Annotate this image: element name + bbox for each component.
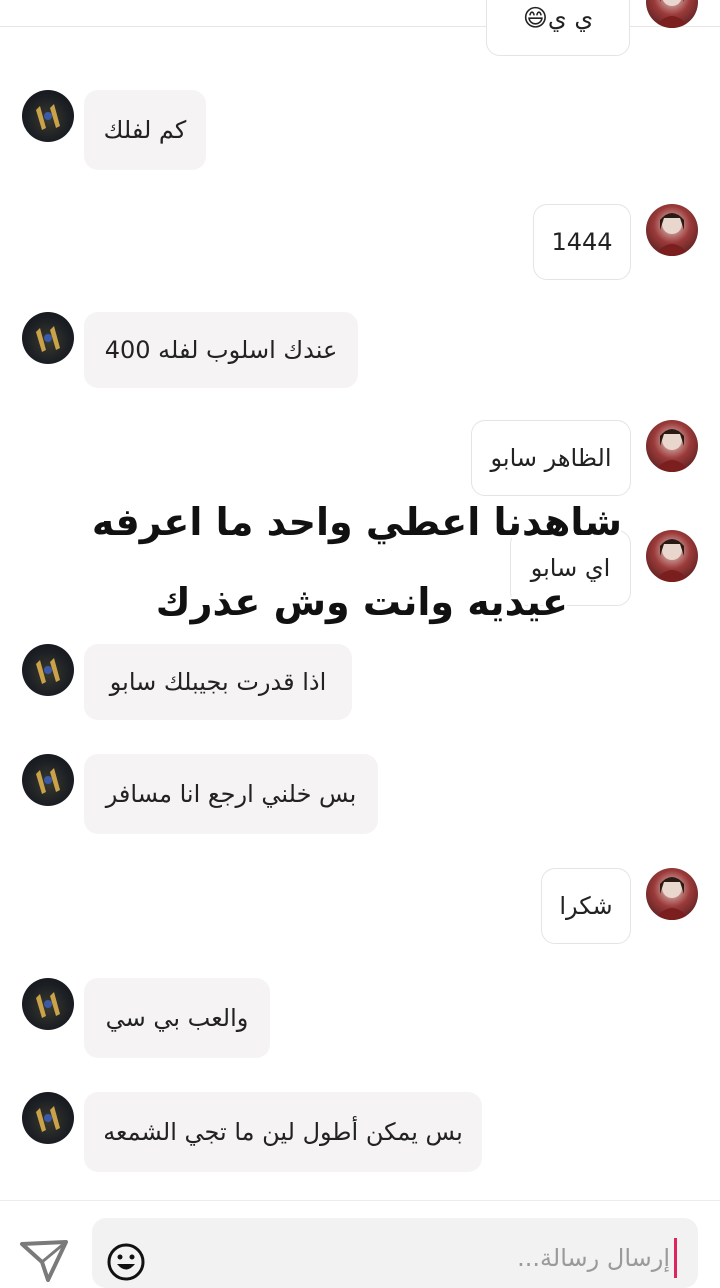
avatar-other[interactable] [22, 754, 74, 806]
avatar-other[interactable] [22, 644, 74, 696]
avatar-other[interactable] [22, 90, 74, 142]
message-input-placeholder: إرسال رسالة... [517, 1244, 670, 1272]
message-bubble-outgoing[interactable]: ي ي😄 [486, 0, 630, 56]
avatar-me[interactable] [646, 420, 698, 472]
message-text: شكرا [559, 892, 613, 920]
message-text: ي ي😄 [522, 4, 594, 32]
message-bubble-incoming[interactable]: اذا قدرت بجيبلك سابو [84, 644, 352, 720]
message-bubble-incoming[interactable]: كم لفلك [84, 90, 206, 170]
message-text: اذا قدرت بجيبلك سابو [109, 668, 327, 696]
avatar-other[interactable] [22, 1092, 74, 1144]
message-bubble-incoming[interactable]: والعب بي سي [84, 978, 270, 1058]
message-text: كم لفلك [103, 116, 187, 144]
avatar-me[interactable] [646, 0, 698, 28]
overlay-caption-line1: شاهدنا اعطي واحد ما اعرفه [91, 500, 622, 544]
avatar-me[interactable] [646, 204, 698, 256]
emoji-icon[interactable] [106, 1242, 146, 1282]
message-bubble-incoming[interactable]: بس خلني ارجع انا مسافر [84, 754, 378, 834]
message-bubble-incoming[interactable]: عندك اسلوب لفله 400 [84, 312, 358, 388]
overlay-caption-line2: عيديه وانت وش عذرك [155, 580, 568, 624]
message-text: اي سابو [530, 554, 611, 582]
avatar-other[interactable] [22, 978, 74, 1030]
message-text: والعب بي سي [105, 1004, 249, 1032]
avatar-other[interactable] [22, 312, 74, 364]
message-text: عندك اسلوب لفله 400 [104, 336, 338, 364]
message-text: 1444 [551, 228, 613, 256]
avatar-me[interactable] [646, 530, 698, 582]
text-cursor [674, 1238, 677, 1278]
message-text: بس خلني ارجع انا مسافر [105, 780, 357, 808]
send-icon[interactable] [18, 1238, 70, 1282]
avatar-me[interactable] [646, 868, 698, 920]
message-bubble-outgoing[interactable]: الظاهر سابو [471, 420, 631, 496]
message-text: بس يمكن أطول لين ما تجي الشمعه [103, 1118, 463, 1146]
message-bubble-outgoing[interactable]: 1444 [533, 204, 631, 280]
message-text: الظاهر سابو [490, 444, 612, 472]
message-bubble-incoming[interactable]: بس يمكن أطول لين ما تجي الشمعه [84, 1092, 482, 1172]
message-bubble-outgoing[interactable]: شكرا [541, 868, 631, 944]
